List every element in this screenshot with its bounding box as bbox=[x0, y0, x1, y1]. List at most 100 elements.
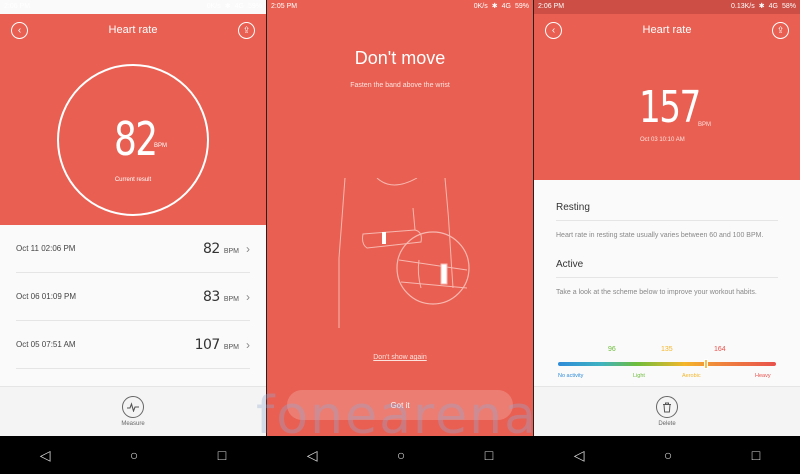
status-bar: 2:06 PM 0K/s ✱ 4G 59% bbox=[0, 0, 266, 14]
status-time: 2:06 PM bbox=[538, 3, 565, 10]
detail-bpm-unit: BPM bbox=[698, 122, 712, 128]
heart-rate-history-screen: ‹ Heart rate ⇪ 82 BPM Current result 2:0… bbox=[0, 0, 266, 436]
scale-bar bbox=[558, 362, 776, 366]
hero-panel: ‹ Heart rate ⇪ 82 BPM Current result bbox=[0, 14, 266, 225]
network-type: 4G bbox=[501, 3, 511, 10]
home-nav-icon[interactable]: ○ bbox=[664, 447, 672, 463]
back-button[interactable]: ‹ bbox=[11, 22, 28, 39]
detail-date: Oct 03 10:10 AM bbox=[640, 137, 685, 143]
share-button[interactable]: ⇪ bbox=[238, 22, 255, 39]
home-nav-icon[interactable]: ○ bbox=[130, 447, 138, 463]
app-bar: ‹ Heart rate ⇪ bbox=[0, 14, 266, 46]
recents-nav-icon[interactable]: □ bbox=[752, 447, 760, 463]
resting-heading: Resting bbox=[556, 180, 778, 221]
status-icons: 0K/s ✱ 4G 59% bbox=[474, 0, 529, 14]
screenshot-collage: ‹ Heart rate ⇪ 82 BPM Current result 2:0… bbox=[0, 0, 800, 474]
status-icons: 0.13K/s ✱ 4G 58% bbox=[731, 0, 796, 14]
bluetooth-icon: ✱ bbox=[491, 3, 498, 10]
status-icons: 0K/s ✱ 4G 59% bbox=[207, 0, 262, 14]
current-bpm-unit: BPM bbox=[154, 143, 168, 149]
page-title: Heart rate bbox=[642, 24, 692, 36]
heart-rate-detail-screen: ‹ Heart rate ⇪ 2:06 PM 0.13K/s ✱ 4G 58% … bbox=[534, 0, 800, 436]
heart-rate-zone-scale: 96 135 164 No activity Light Aerobic Hea… bbox=[558, 340, 776, 380]
scale-num-light: 96 bbox=[608, 346, 616, 353]
status-bar: 2:05 PM 0K/s ✱ 4G 59% bbox=[267, 0, 533, 14]
history-value: 107 BPM › bbox=[195, 337, 250, 353]
scale-label-aerobic: Aerobic bbox=[682, 373, 701, 379]
history-bpm-value: 82 bbox=[203, 240, 220, 257]
delete-bar: Delete bbox=[534, 386, 800, 436]
battery-level: 59% bbox=[247, 3, 262, 10]
network-type: 4G bbox=[234, 3, 244, 10]
battery-level: 58% bbox=[781, 3, 796, 10]
back-button[interactable]: ‹ bbox=[545, 22, 562, 39]
instruction-title: Don't move bbox=[354, 48, 446, 68]
bluetooth-icon: ✱ bbox=[224, 3, 231, 10]
status-bar: 2:06 PM 0.13K/s ✱ 4G 58% bbox=[534, 0, 800, 14]
chevron-right-icon: › bbox=[246, 337, 250, 352]
measure-bar: Measure bbox=[0, 386, 266, 436]
history-row[interactable]: Oct 11 02:06 PM 82 BPM › bbox=[16, 225, 250, 273]
watermark-text: fonearena bbox=[256, 386, 538, 446]
history-bpm-value: 107 bbox=[194, 336, 221, 353]
net-speed: 0.13K/s bbox=[731, 3, 755, 10]
nav-group: ◁ ○ □ bbox=[0, 436, 266, 474]
network-type: 4G bbox=[768, 3, 778, 10]
share-icon: ⇪ bbox=[776, 25, 785, 35]
scale-label-light: Light bbox=[633, 373, 645, 379]
current-bpm-value: 82 bbox=[114, 112, 158, 166]
back-nav-icon[interactable]: ◁ bbox=[40, 447, 51, 464]
history-date: Oct 11 02:06 PM bbox=[16, 244, 76, 253]
history-row[interactable]: Oct 05 07:51 AM 107 BPM › bbox=[16, 321, 250, 369]
dont-show-again-link[interactable]: Don't show again bbox=[267, 354, 533, 361]
active-heading: Active bbox=[556, 241, 778, 278]
history-date: Oct 05 07:51 AM bbox=[16, 340, 76, 349]
delete-button[interactable] bbox=[656, 396, 678, 418]
history-date: Oct 06 01:09 PM bbox=[16, 292, 77, 301]
current-value-marker bbox=[704, 359, 708, 369]
status-time: 2:05 PM bbox=[271, 3, 298, 10]
chevron-left-icon: ‹ bbox=[17, 24, 22, 36]
recents-nav-icon[interactable]: □ bbox=[485, 447, 493, 463]
back-nav-icon[interactable]: ◁ bbox=[574, 447, 585, 464]
app-bar: ‹ Heart rate ⇪ bbox=[534, 14, 800, 46]
back-nav-icon[interactable]: ◁ bbox=[307, 447, 318, 464]
history-bpm-unit: BPM bbox=[223, 247, 239, 255]
delete-label: Delete bbox=[658, 421, 676, 427]
detail-bpm-value: 157 bbox=[639, 82, 701, 133]
history-value: 82 BPM › bbox=[203, 241, 250, 257]
chevron-right-icon: › bbox=[246, 241, 250, 256]
scale-num-aerobic: 135 bbox=[661, 346, 673, 353]
chevron-right-icon: › bbox=[246, 289, 250, 304]
resting-text: Heart rate in resting state usually vari… bbox=[556, 232, 764, 239]
trash-icon bbox=[663, 402, 671, 412]
net-speed: 0K/s bbox=[473, 3, 488, 10]
home-nav-icon[interactable]: ○ bbox=[397, 447, 405, 463]
wrist-band-illustration bbox=[338, 178, 470, 328]
battery-level: 59% bbox=[514, 3, 529, 10]
history-row[interactable]: Oct 06 01:09 PM 83 BPM › bbox=[16, 273, 250, 321]
instruction-subtitle: Fasten the band above the wrist bbox=[350, 82, 450, 89]
share-button[interactable]: ⇪ bbox=[772, 22, 789, 39]
pulse-icon bbox=[127, 402, 139, 412]
measure-button[interactable] bbox=[122, 396, 144, 418]
scale-num-heavy: 164 bbox=[714, 346, 726, 353]
dont-move-screen: 2:05 PM 0K/s ✱ 4G 59% Don't move Fasten … bbox=[267, 0, 533, 436]
history-bpm-unit: BPM bbox=[223, 343, 239, 351]
scale-label-no-activity: No activity bbox=[558, 373, 584, 379]
net-speed: 0K/s bbox=[206, 3, 221, 10]
status-time: 2:06 PM bbox=[4, 3, 31, 10]
history-bpm-value: 83 bbox=[203, 288, 220, 305]
bluetooth-icon: ✱ bbox=[758, 3, 765, 10]
nav-group: ◁ ○ □ bbox=[534, 436, 800, 474]
measure-label: Measure bbox=[121, 421, 145, 427]
history-bpm-unit: BPM bbox=[223, 295, 239, 303]
active-text: Take a look at the scheme below to impro… bbox=[556, 289, 757, 296]
current-result-ring: 82 BPM Current result bbox=[57, 64, 209, 216]
current-result-label: Current result bbox=[114, 177, 152, 183]
page-title: Heart rate bbox=[108, 24, 158, 36]
recents-nav-icon[interactable]: □ bbox=[218, 447, 226, 463]
detail-body: Resting Heart rate in resting state usua… bbox=[534, 180, 800, 298]
history-value: 83 BPM › bbox=[203, 289, 250, 305]
share-icon: ⇪ bbox=[242, 25, 251, 35]
